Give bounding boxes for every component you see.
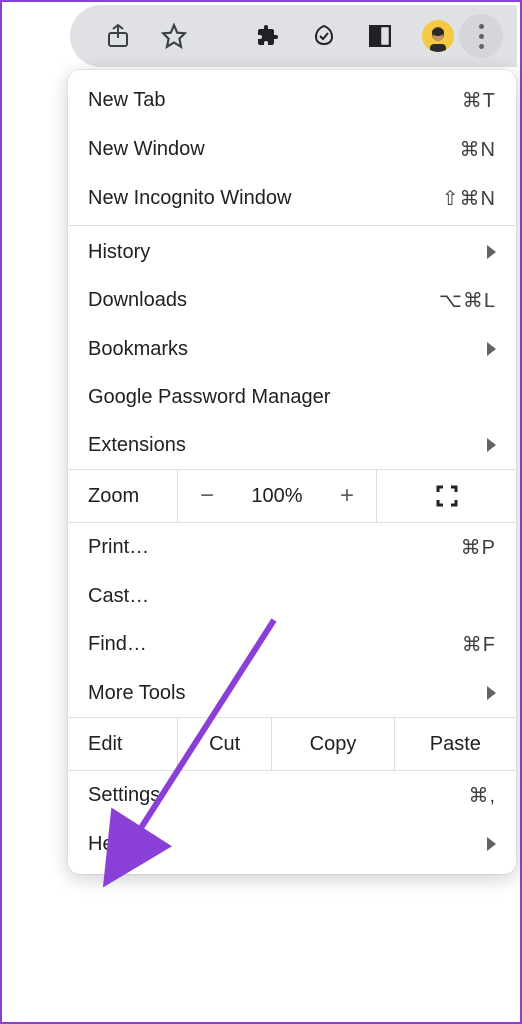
fullscreen-button[interactable] [376, 470, 516, 522]
menu-find[interactable]: Find… ⌘F [68, 620, 516, 669]
menu-settings[interactable]: Settings ⌘, [68, 771, 516, 820]
menu-downloads[interactable]: Downloads ⌥⌘L [68, 276, 516, 325]
puzzle-icon[interactable] [254, 22, 282, 50]
menu-label: Google Password Manager [88, 386, 330, 409]
eco-icon[interactable] [310, 22, 338, 50]
shortcut: ⇧⌘N [442, 186, 496, 211]
shortcut: ⌘P [461, 535, 496, 560]
chevron-right-icon [487, 837, 496, 851]
menu-edit-row: Edit Cut Copy Paste [68, 717, 516, 771]
menu-label: Cast… [88, 585, 149, 608]
menu-password-manager[interactable]: Google Password Manager [68, 373, 516, 421]
edit-cut-button[interactable]: Cut [178, 718, 272, 770]
zoom-out-button[interactable]: − [178, 470, 236, 522]
profile-avatar[interactable] [422, 20, 454, 52]
menu-history[interactable]: History [68, 228, 516, 276]
menu-help[interactable]: Help [68, 820, 516, 868]
menu-more-tools[interactable]: More Tools [68, 669, 516, 717]
shortcut: ⌘N [460, 137, 496, 162]
menu-label: New Incognito Window [88, 187, 291, 210]
menu-print[interactable]: Print… ⌘P [68, 523, 516, 572]
chevron-right-icon [487, 342, 496, 356]
edit-paste-button[interactable]: Paste [395, 718, 516, 770]
edit-copy-button[interactable]: Copy [272, 718, 394, 770]
browser-toolbar [70, 5, 517, 67]
divider [68, 225, 516, 226]
menu-label: Help [88, 833, 129, 856]
share-icon[interactable] [104, 22, 132, 50]
menu-label: History [88, 241, 150, 264]
menu-label: More Tools [88, 682, 185, 705]
shortcut: ⌥⌘L [439, 288, 496, 313]
menu-extensions[interactable]: Extensions [68, 421, 516, 469]
chevron-right-icon [487, 686, 496, 700]
shortcut: ⌘, [468, 783, 496, 808]
menu-label: Find… [88, 633, 147, 656]
menu-label: New Window [88, 138, 205, 161]
menu-new-window[interactable]: New Window ⌘N [68, 125, 516, 174]
chevron-right-icon [487, 438, 496, 452]
shortcut: ⌘F [462, 632, 496, 657]
menu-label: Print… [88, 536, 149, 559]
chevron-right-icon [487, 245, 496, 259]
menu-label: Extensions [88, 434, 186, 457]
panel-icon[interactable] [366, 22, 394, 50]
menu-new-incognito[interactable]: New Incognito Window ⇧⌘N [68, 174, 516, 223]
shortcut: ⌘T [462, 88, 496, 113]
menu-new-tab[interactable]: New Tab ⌘T [68, 76, 516, 125]
edit-label: Edit [68, 718, 178, 770]
zoom-value: 100% [236, 470, 318, 522]
menu-label: New Tab [88, 89, 165, 112]
menu-label: Settings [88, 784, 160, 807]
star-icon[interactable] [160, 22, 188, 50]
menu-cast[interactable]: Cast… [68, 572, 516, 620]
browser-menu: New Tab ⌘T New Window ⌘N New Incognito W… [68, 70, 516, 874]
menu-label: Bookmarks [88, 338, 188, 361]
menu-label: Downloads [88, 289, 187, 312]
menu-zoom-row: Zoom − 100% + [68, 469, 516, 523]
zoom-in-button[interactable]: + [318, 470, 376, 522]
menu-bookmarks[interactable]: Bookmarks [68, 325, 516, 373]
more-menu-button[interactable] [459, 14, 503, 58]
zoom-label: Zoom [68, 470, 178, 522]
